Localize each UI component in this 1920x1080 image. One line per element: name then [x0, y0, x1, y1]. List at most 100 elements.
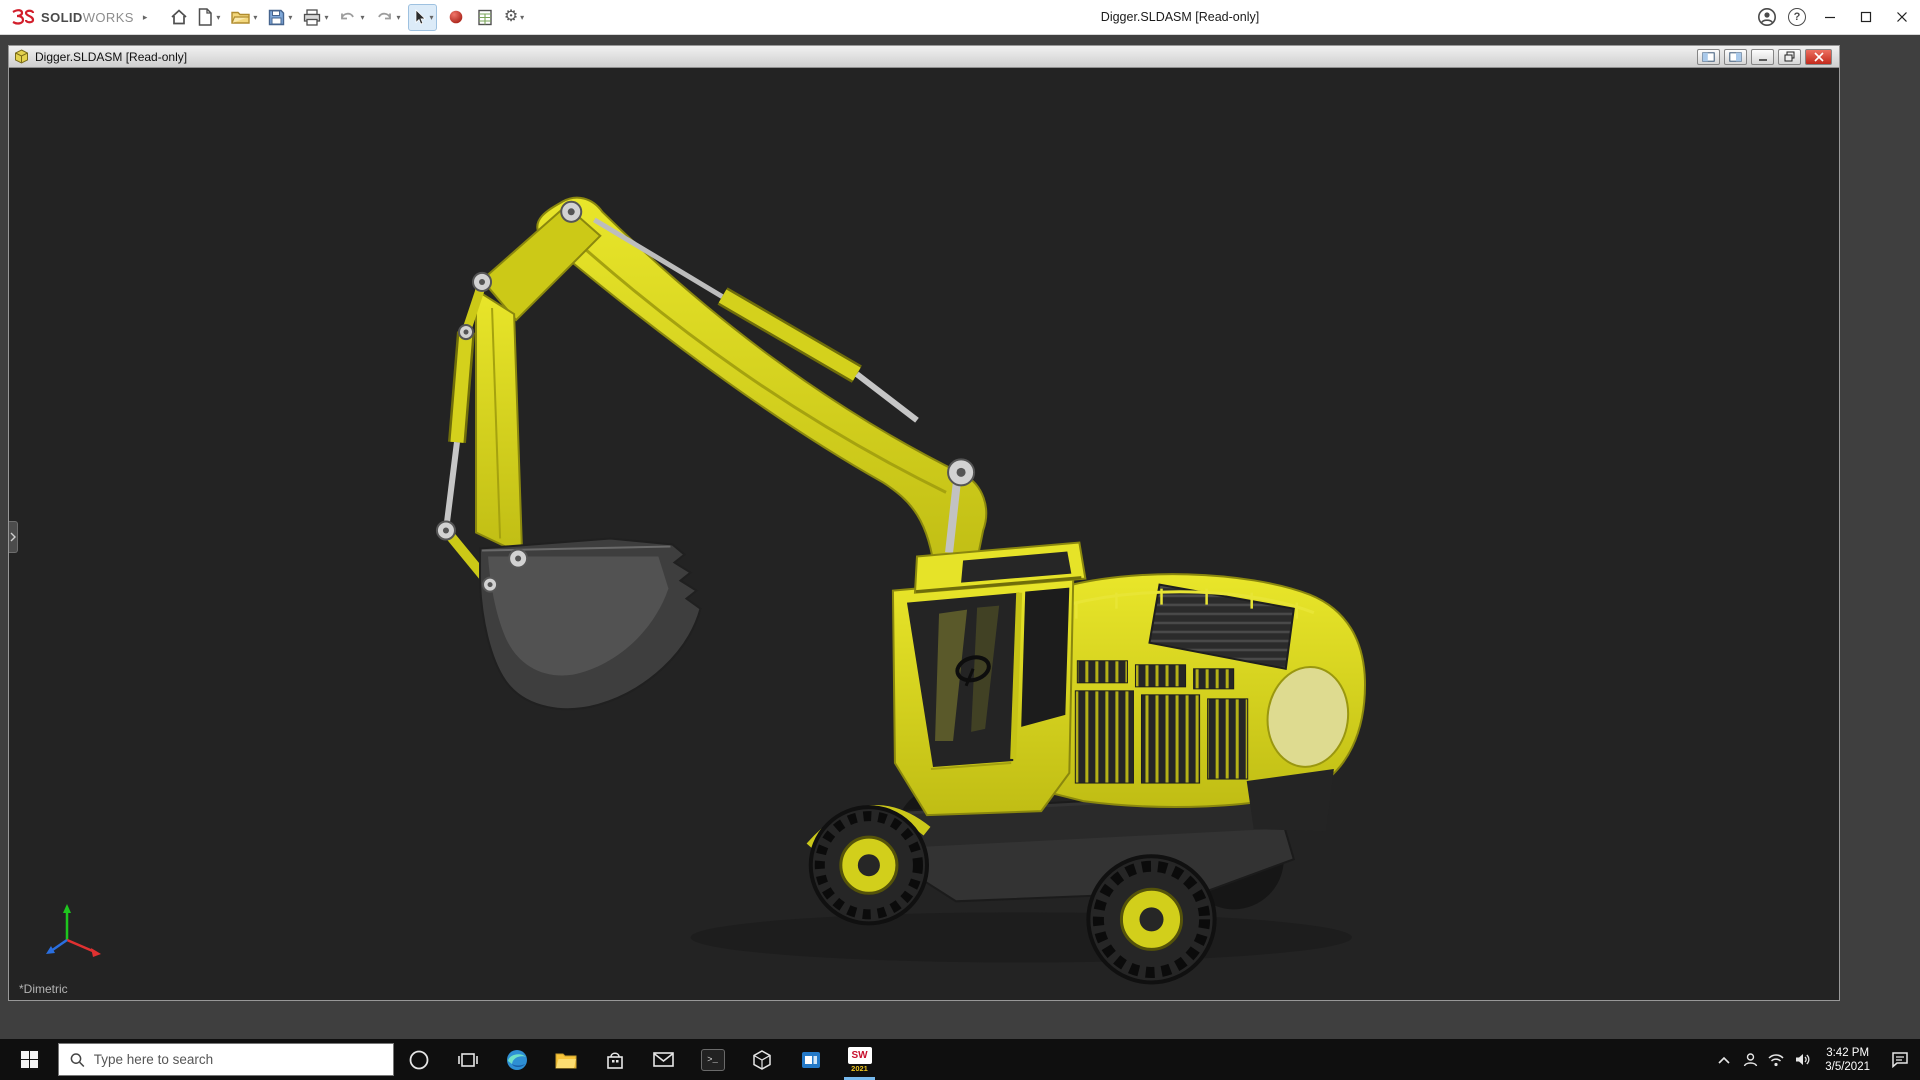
terminal-button[interactable]: >_ [688, 1039, 737, 1080]
taskbar-clock[interactable]: 3:42 PM 3/5/2021 [1815, 1039, 1880, 1080]
print-caret[interactable]: ▾ [324, 13, 328, 22]
undo-button[interactable]: ▾ [336, 4, 366, 31]
options-gear-icon: ⚙ [504, 9, 518, 25]
mail-button[interactable] [639, 1039, 688, 1080]
excavator-model[interactable] [9, 68, 1839, 1000]
maximize-icon [1860, 11, 1872, 23]
terminal-icon: >_ [701, 1049, 725, 1071]
pane-right-button[interactable] [1724, 49, 1747, 65]
redo-icon [374, 8, 394, 26]
design-table-icon [476, 8, 494, 27]
stick-cylinder [457, 332, 466, 442]
help-icon: ? [1788, 8, 1806, 26]
cab[interactable] [893, 543, 1085, 816]
new-document-caret[interactable]: ▾ [216, 13, 220, 22]
assembly-icon [14, 49, 29, 64]
menu-expand-icon[interactable]: ▸ [143, 12, 148, 23]
design-table-button[interactable] [472, 4, 499, 31]
orientation-triad [33, 900, 111, 962]
window-app-button[interactable] [786, 1039, 835, 1080]
side-vent-grille [1075, 691, 1133, 783]
tray-people-icon [1742, 1052, 1759, 1068]
options-caret[interactable]: ▾ [520, 13, 524, 22]
featuremanager-collapsed-tab[interactable] [9, 521, 18, 553]
save-button[interactable]: ▾ [265, 4, 294, 31]
save-caret[interactable]: ▾ [288, 13, 292, 22]
app-title: Digger.SLDASM [Read-only] [900, 10, 1460, 24]
viewer-cube-icon [751, 1049, 773, 1071]
redo-button[interactable]: ▾ [372, 4, 402, 31]
taskbar-search[interactable] [58, 1043, 394, 1076]
windows-taskbar: >_ SW 2021 [0, 1039, 1920, 1080]
home-icon [169, 7, 189, 27]
solidworks-app-button[interactable]: SW 2021 [835, 1039, 884, 1080]
file-explorer-button[interactable] [541, 1039, 590, 1080]
help-button[interactable]: ? [1782, 0, 1812, 34]
select-tool-button[interactable]: ▾ [408, 4, 436, 31]
cortana-icon [408, 1049, 430, 1071]
document-titlebar[interactable]: Digger.SLDASM [Read-only] [9, 46, 1839, 68]
open-button[interactable]: ▾ [228, 4, 259, 31]
save-icon [267, 8, 286, 27]
pane-left-button[interactable] [1697, 49, 1720, 65]
action-center-icon [1891, 1051, 1909, 1068]
store-icon [604, 1049, 626, 1071]
select-cursor-icon [411, 8, 427, 26]
doc-minimize-button[interactable] [1751, 49, 1774, 65]
rear-wheel[interactable] [1088, 856, 1214, 982]
task-view-icon [457, 1050, 479, 1070]
system-tray: 3:42 PM 3/5/2021 [1711, 1039, 1920, 1080]
new-document-button[interactable]: ▾ [194, 4, 222, 31]
viewer-button[interactable] [737, 1039, 786, 1080]
engine-house[interactable] [1051, 574, 1365, 831]
split-pane-right-icon [1729, 52, 1742, 62]
solidworks-icon: SW [848, 1047, 872, 1064]
graphics-viewport[interactable]: *Dimetric [9, 68, 1839, 1000]
cortana-button[interactable] [394, 1039, 443, 1080]
search-icon [70, 1052, 85, 1068]
tray-expand-button[interactable] [1711, 1039, 1737, 1080]
minimize-button[interactable] [1812, 0, 1848, 34]
open-caret[interactable]: ▾ [253, 13, 257, 22]
store-button[interactable] [590, 1039, 639, 1080]
red-sphere-icon [448, 9, 464, 25]
document-title: Digger.SLDASM [Read-only] [35, 50, 187, 64]
file-explorer-icon [554, 1050, 578, 1070]
doc-minimize-icon [1758, 52, 1768, 62]
close-button[interactable] [1884, 0, 1920, 34]
redo-caret[interactable]: ▾ [396, 13, 400, 22]
account-icon [1757, 7, 1777, 27]
tray-volume-button[interactable] [1789, 1039, 1815, 1080]
start-icon [21, 1051, 38, 1068]
maximize-button[interactable] [1848, 0, 1884, 34]
task-view-button[interactable] [443, 1039, 492, 1080]
undo-caret[interactable]: ▾ [360, 13, 364, 22]
expand-panel-icon [10, 532, 16, 542]
edge-button[interactable] [492, 1039, 541, 1080]
start-button[interactable] [0, 1039, 58, 1080]
doc-close-icon [1814, 52, 1824, 62]
front-wheel[interactable] [811, 807, 927, 923]
doc-restore-button[interactable] [1778, 49, 1801, 65]
ground-shadow [690, 912, 1351, 962]
print-button[interactable]: ▾ [300, 4, 330, 31]
options-button[interactable]: ⚙ ▾ [501, 4, 528, 31]
close-icon [1896, 11, 1908, 23]
solidworks-year-badge: 2021 [851, 1065, 868, 1073]
window-app-icon [800, 1049, 822, 1071]
tray-people-button[interactable] [1737, 1039, 1763, 1080]
tray-network-button[interactable] [1763, 1039, 1789, 1080]
doc-close-button[interactable] [1805, 49, 1832, 65]
select-caret[interactable]: ▾ [429, 13, 433, 22]
search-input[interactable] [94, 1052, 382, 1067]
edge-icon [505, 1048, 529, 1072]
document-window: Digger.SLDASM [Read-only] [8, 45, 1840, 1001]
red-sphere-button[interactable] [443, 4, 470, 31]
account-button[interactable] [1752, 0, 1782, 34]
window-controls: ? [1752, 0, 1920, 34]
solidworks-logo-icon [10, 8, 36, 26]
action-center-button[interactable] [1880, 1039, 1920, 1080]
side-window [1021, 588, 1069, 727]
split-pane-left-icon [1702, 52, 1715, 62]
home-button[interactable] [165, 4, 192, 31]
